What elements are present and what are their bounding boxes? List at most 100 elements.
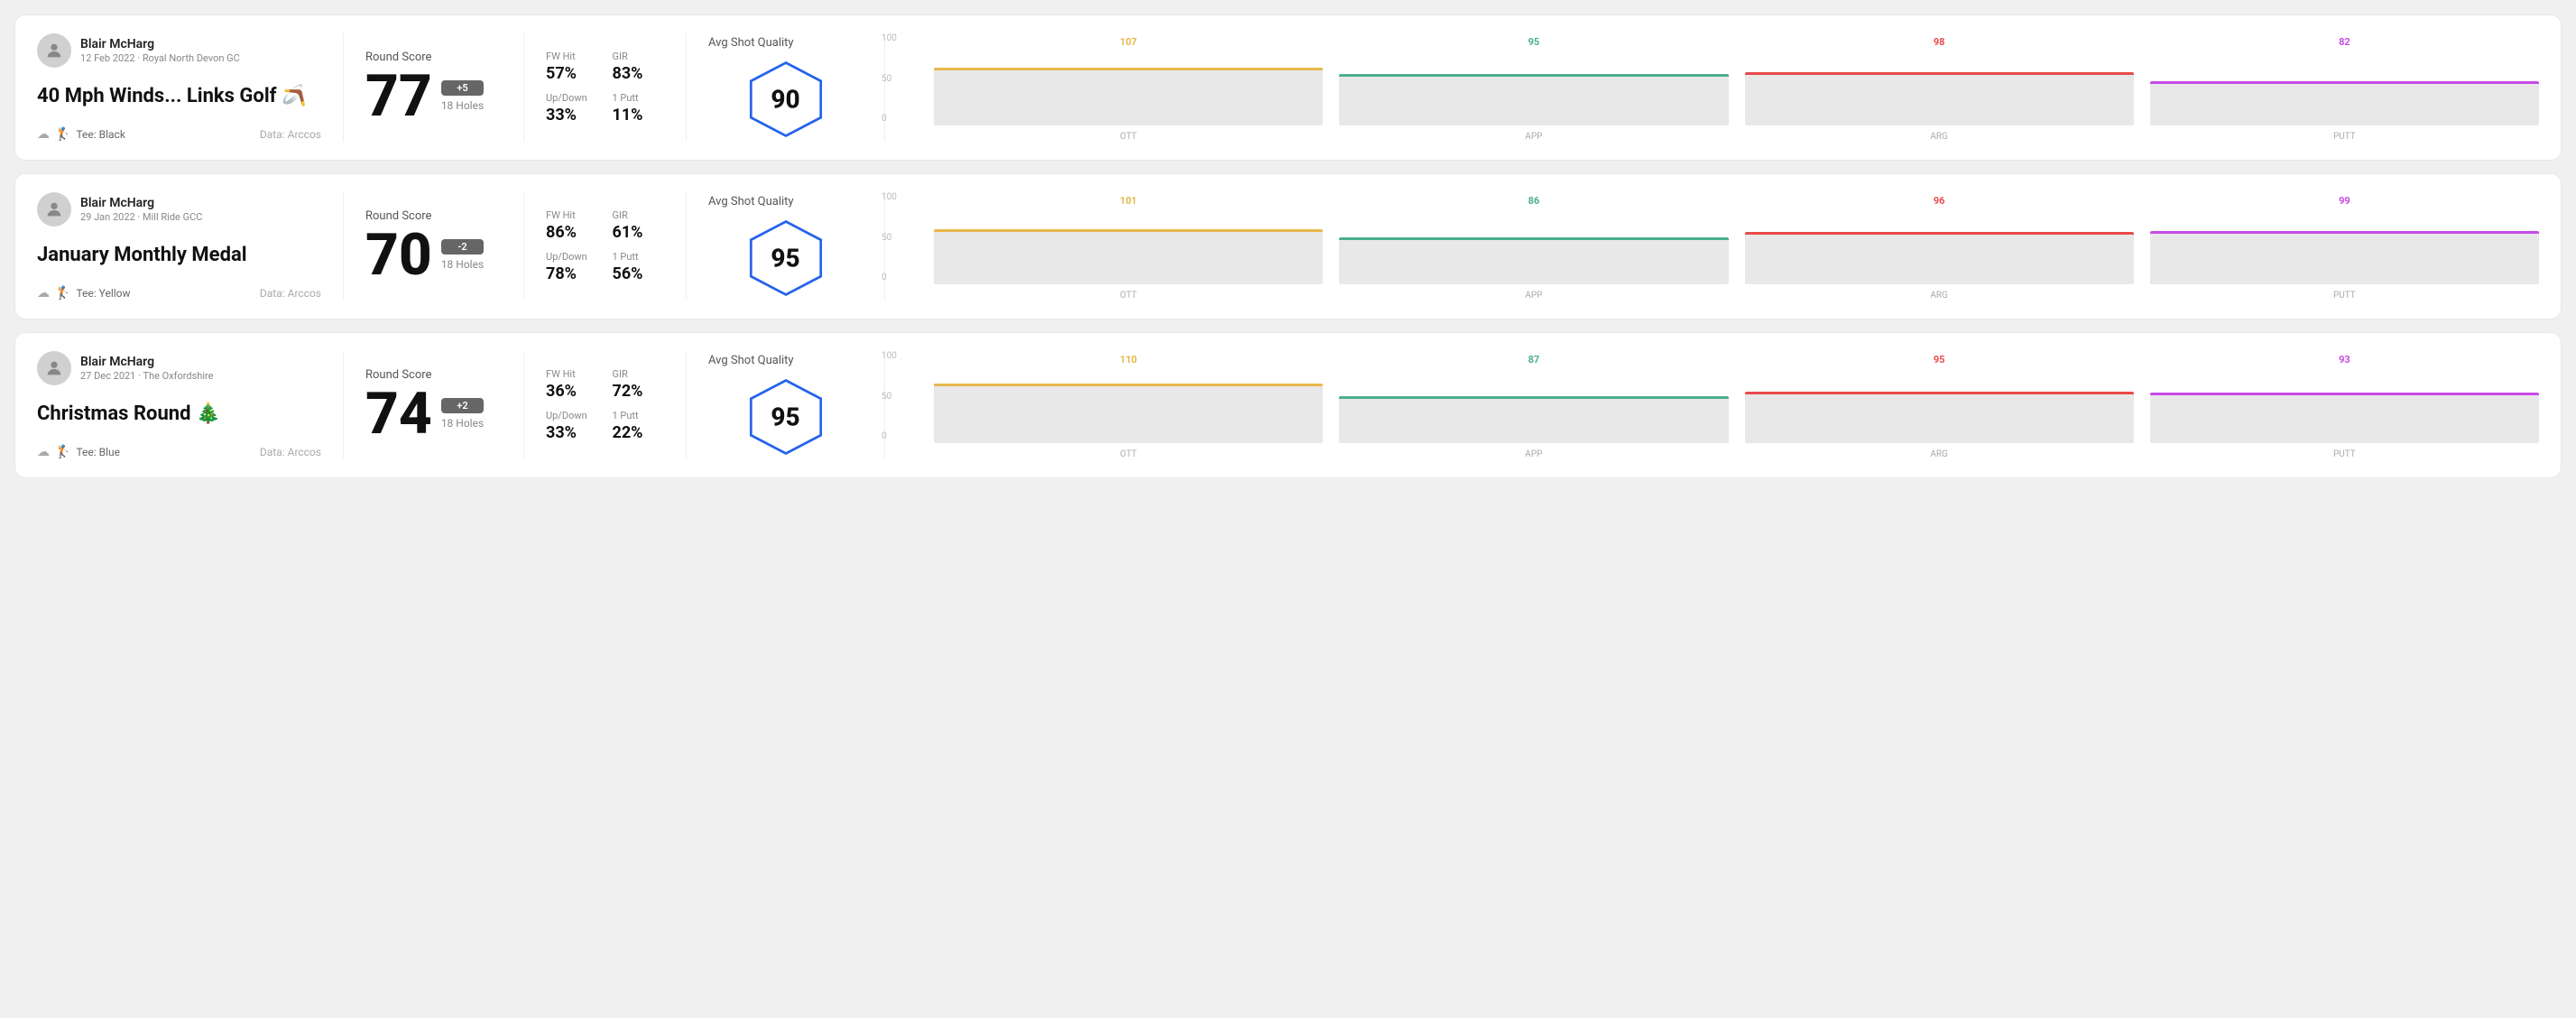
chart-group-ott: 110OTT (934, 354, 1323, 459)
score-number: 77 (365, 68, 432, 125)
round-bottom-row: ☁🏌Tee: Blue Data: Arccos (37, 445, 321, 459)
user-meta: 12 Feb 2022 · Royal North Devon GC (80, 52, 240, 64)
stat-value: 36% (546, 382, 598, 401)
chart-group-putt: 82PUTT (2150, 36, 2539, 142)
stat-label: 1 Putt (613, 410, 665, 421)
stat-value: 33% (546, 106, 598, 125)
stat-label: FW Hit (546, 51, 598, 62)
holes-label: 18 Holes (441, 258, 484, 271)
round-left-info: Blair McHarg29 Jan 2022 · Mill Ride GCC J… (37, 192, 344, 301)
tee-info: ☁🏌Tee: Blue (37, 445, 120, 459)
user-meta: 29 Jan 2022 · Mill Ride GCC (80, 211, 202, 223)
quality-label: Avg Shot Quality (708, 354, 794, 367)
stat-value: 56% (613, 264, 665, 283)
stat-value: 22% (613, 423, 665, 442)
stat-updown: Up/Down 33% (546, 92, 598, 125)
stat-updown: Up/Down78% (546, 251, 598, 283)
stat-value: 33% (546, 423, 598, 442)
score-row: 74 +2 18 Holes (365, 385, 502, 443)
score-badge-col: +518 Holes (441, 80, 484, 112)
stats-grid: FW Hit 36% GIR 72% Up/Down 33% 1 Putt 22% (546, 368, 664, 442)
stat-updown: Up/Down 33% (546, 410, 598, 442)
stat-gir: GIR 61% (613, 209, 665, 242)
stat-1 putt: 1 Putt 22% (613, 410, 665, 442)
chart-group-ott: 101OTT (934, 195, 1323, 301)
user-name: Blair McHarg (80, 196, 202, 210)
user-info: Blair McHarg27 Dec 2021 · The Oxfordshir… (80, 355, 213, 382)
shot-quality-chart: 100500107OTT95APP98ARG82PUTT (885, 33, 2539, 142)
data-source: Data: Arccos (260, 128, 321, 141)
stats-grid: FW Hit86%GIR61%Up/Down78%1 Putt56% (546, 209, 664, 283)
stat-1 putt: 1 Putt56% (613, 251, 665, 283)
hexagon-quality: 95 (745, 217, 826, 299)
score-badge: +2 (441, 398, 484, 413)
shot-quality-chart: 100500101OTT86APP96ARG99PUTT (885, 192, 2539, 301)
round-title: Christmas Round 🎄 (37, 403, 321, 426)
weather-icon: ☁ (37, 127, 50, 142)
quality-label: Avg Shot Quality (708, 195, 794, 208)
score-badge: -2 (441, 239, 484, 255)
quality-section: Avg Shot Quality 95 (687, 192, 885, 301)
score-row: 77 +518 Holes (365, 68, 502, 125)
quality-score-value: 90 (771, 84, 799, 114)
chart-group-ott: 107OTT (934, 36, 1323, 142)
holes-label: 18 Holes (441, 99, 484, 112)
chart-group-arg: 96ARG (1745, 195, 2134, 301)
quality-label: Avg Shot Quality (708, 36, 794, 50)
round-card-round1: Blair McHarg12 Feb 2022 · Royal North De… (14, 14, 2562, 161)
stats-section: FW Hit 57% GIR 83% Up/Down 33% 1 Putt 11% (524, 33, 687, 142)
stat-label: GIR (613, 51, 665, 62)
stat-label: Up/Down (546, 92, 598, 104)
stat-value: 83% (613, 64, 665, 83)
chart-group-app: 87APP (1339, 354, 1728, 459)
round-title: January Monthly Medal (37, 244, 321, 267)
data-source: Data: Arccos (260, 287, 321, 300)
tee-label: Tee: Black (76, 128, 125, 141)
chart-group-arg: 95ARG (1745, 354, 2134, 459)
avatar (37, 351, 71, 385)
stat-value: 11% (613, 106, 665, 125)
stat-label: FW Hit (546, 368, 598, 380)
user-info: Blair McHarg29 Jan 2022 · Mill Ride GCC (80, 196, 202, 223)
stat-label: Up/Down (546, 251, 598, 263)
quality-section: Avg Shot Quality 95 (687, 351, 885, 459)
stat-value: 78% (546, 264, 598, 283)
quality-score-value: 95 (771, 402, 799, 431)
round-bottom-row: ☁🏌Tee: Black Data: Arccos (37, 127, 321, 142)
quality-section: Avg Shot Quality 90 (687, 33, 885, 142)
stat-gir: GIR 83% (613, 51, 665, 83)
score-section: Round Score70-218 Holes (344, 192, 524, 301)
stat-label: GIR (613, 368, 665, 380)
stat-fw hit: FW Hit 57% (546, 51, 598, 83)
user-info: Blair McHarg12 Feb 2022 · Royal North De… (80, 37, 240, 64)
score-badge-col: +2 18 Holes (441, 398, 484, 430)
round-left-info: Blair McHarg12 Feb 2022 · Royal North De… (37, 33, 344, 142)
data-source: Data: Arccos (260, 446, 321, 458)
stat-value: 72% (613, 382, 665, 401)
avatar (37, 192, 71, 227)
user-name: Blair McHarg (80, 37, 240, 51)
bag-icon: 🏌 (55, 286, 70, 301)
tee-info: ☁🏌Tee: Yellow (37, 286, 131, 301)
user-name: Blair McHarg (80, 355, 213, 369)
round-left-info: Blair McHarg27 Dec 2021 · The Oxfordshir… (37, 351, 344, 459)
stat-value: 57% (546, 64, 598, 83)
stat-label: FW Hit (546, 209, 598, 221)
bag-icon: 🏌 (55, 445, 70, 459)
stat-value: 61% (613, 223, 665, 242)
quality-score-value: 95 (771, 243, 799, 273)
stat-1 putt: 1 Putt 11% (613, 92, 665, 125)
chart-group-app: 95APP (1339, 36, 1728, 142)
holes-label: 18 Holes (441, 417, 484, 430)
score-number: 74 (365, 385, 432, 443)
stat-label: GIR (613, 209, 665, 221)
avatar (37, 33, 71, 68)
stat-label: 1 Putt (613, 92, 665, 104)
stat-label: 1 Putt (613, 251, 665, 263)
score-section: Round Score74+218 Holes (344, 351, 524, 459)
shot-quality-chart: 100500110OTT87APP95ARG93PUTT (885, 351, 2539, 459)
tee-info: ☁🏌Tee: Black (37, 127, 125, 142)
chart-group-app: 86APP (1339, 195, 1728, 301)
stat-label: Up/Down (546, 410, 598, 421)
round-bottom-row: ☁🏌Tee: Yellow Data: Arccos (37, 286, 321, 301)
